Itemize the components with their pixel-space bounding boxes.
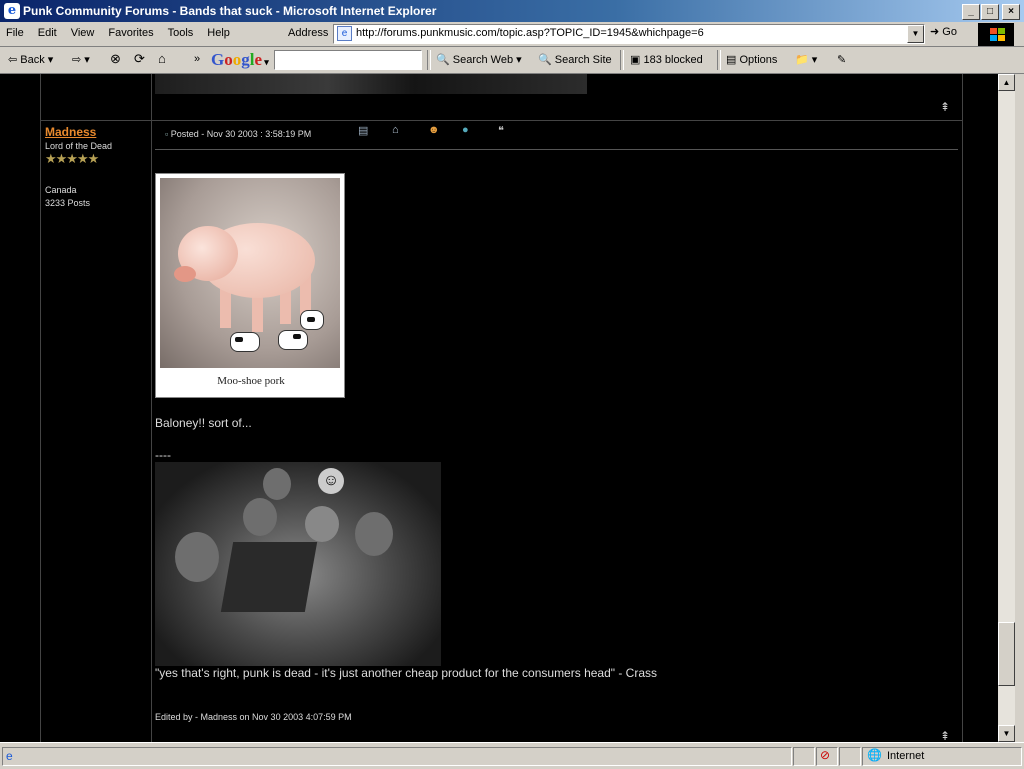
menu: File Edit View Favorites Tools Help xyxy=(0,22,238,46)
go-arrow-icon: ➜ xyxy=(930,26,940,38)
options-label: Options xyxy=(739,54,778,66)
aim-icon[interactable]: ☻ xyxy=(428,124,444,140)
home-icon[interactable]: ⌂ xyxy=(158,51,166,66)
address-label: Address xyxy=(288,27,329,39)
back-button[interactable]: ⇦ Back ▾ xyxy=(8,53,53,66)
go-button[interactable]: ➜ Go xyxy=(930,25,957,38)
edited-note: Edited by - Madness on Nov 30 2003 4:07:… xyxy=(155,712,352,722)
scroll-down-button[interactable]: ▼ xyxy=(998,725,1015,742)
google-search-input[interactable] xyxy=(274,50,422,70)
author-post-count: 3233 Posts xyxy=(45,198,91,208)
signature-quote: "yes that's right, punk is dead - it's j… xyxy=(155,666,658,680)
vertical-scrollbar[interactable]: ▲ ▼ xyxy=(998,74,1015,742)
signature-image: ☺ xyxy=(155,462,441,666)
toolbar: ⇦ Back ▾ ⇨ ▾ ⊗ ⟳ ⌂ » Google ▾ 🔍 Search W… xyxy=(0,47,1024,74)
stop-icon[interactable]: ⊗ xyxy=(110,51,121,67)
menu-tools[interactable]: Tools xyxy=(162,22,202,39)
post-body: Baloney!! sort of... xyxy=(155,416,252,430)
ie-logo-icon: e xyxy=(4,3,20,19)
post-divider xyxy=(40,120,963,121)
post-timestamp: ▫ Posted - Nov 30 2003 : 3:58:19 PM xyxy=(165,129,312,139)
post-icon: ▫ xyxy=(165,129,169,139)
globe-icon: 🌐 xyxy=(867,748,882,762)
previous-post-image xyxy=(155,74,587,94)
window-title: Punk Community Forums - Bands that suck … xyxy=(23,4,437,18)
toolbar-divider xyxy=(427,50,431,70)
address-url: http://forums.punkmusic.com/topic.asp?TO… xyxy=(356,27,704,39)
status-text-cell: e xyxy=(2,747,792,766)
window-frame xyxy=(1015,74,1024,742)
author-column xyxy=(40,74,152,742)
minimize-button[interactable]: _ xyxy=(962,4,980,20)
window-titlebar: e Punk Community Forums - Bands that suc… xyxy=(0,0,1024,22)
toolbar-divider xyxy=(717,50,721,70)
security-zone-cell: 🌐 Internet xyxy=(862,747,1022,766)
chevron-icon[interactable]: » xyxy=(194,53,200,65)
author-rank-stars-icon: ★★★★★ xyxy=(45,151,99,166)
popup-blocker-icon: ▣ xyxy=(630,54,641,66)
google-button[interactable]: Google ▾ xyxy=(211,50,269,70)
page-icon: e xyxy=(337,26,352,41)
pig-photo xyxy=(160,178,340,368)
search-site-button[interactable]: 🔍 Search Site xyxy=(538,53,612,66)
folder-icon[interactable]: 📁 ▾ xyxy=(795,53,817,66)
page-content: ⇞ Madness Lord of the Dead ★★★★★ Canada … xyxy=(0,74,998,742)
scroll-thumb[interactable] xyxy=(998,622,1015,686)
back-to-top-icon[interactable]: ⇞ xyxy=(940,729,954,742)
address-input[interactable]: e http://forums.punkmusic.com/topic.asp?… xyxy=(333,24,925,44)
popup-blocker-button[interactable]: ▣ 183 blocked xyxy=(630,53,703,66)
homepage-icon[interactable]: ⌂ xyxy=(392,124,408,140)
icq-icon[interactable]: ● xyxy=(462,124,478,140)
smiley-icon: ☺ xyxy=(318,468,344,494)
blocked-label: 183 blocked xyxy=(643,54,703,66)
quote-reply-icon[interactable]: ❝ xyxy=(498,124,514,140)
go-label: Go xyxy=(942,26,957,38)
options-icon: ▤ xyxy=(726,54,737,66)
signature-separator: ---- xyxy=(155,448,171,462)
status-cell xyxy=(793,747,815,766)
post-header-divider xyxy=(155,149,958,150)
search-site-label: Search Site xyxy=(554,54,612,66)
scroll-up-button[interactable]: ▲ xyxy=(998,74,1015,91)
highlight-icon[interactable]: ✎ xyxy=(837,53,846,66)
search-web-button[interactable]: 🔍 Search Web ▾ xyxy=(436,53,522,66)
status-bar: e ⊘ 🌐 Internet xyxy=(0,742,1024,769)
privacy-cell: ⊘ xyxy=(816,747,838,766)
maximize-button[interactable]: □ xyxy=(981,4,999,20)
options-button[interactable]: ▤ Options xyxy=(726,53,777,66)
close-button[interactable]: × xyxy=(1002,4,1020,20)
zone-label: Internet xyxy=(887,750,925,762)
windows-logo-icon xyxy=(978,23,1014,46)
image-caption: Moo-shoe pork xyxy=(217,375,285,387)
search-web-icon: 🔍 xyxy=(436,54,450,66)
menu-file[interactable]: File xyxy=(0,22,32,39)
author-location: Canada xyxy=(45,185,77,195)
back-to-top-icon[interactable]: ⇞ xyxy=(940,100,954,114)
menu-favorites[interactable]: Favorites xyxy=(102,22,161,39)
profile-icon[interactable]: ▤ xyxy=(358,124,374,140)
privacy-icon[interactable]: ⊘ xyxy=(820,748,830,762)
status-cell xyxy=(839,747,861,766)
post-image-pig: Moo-shoe pork xyxy=(155,173,345,398)
search-site-icon: 🔍 xyxy=(538,54,552,66)
author-name[interactable]: Madness xyxy=(45,125,96,139)
page-loaded-icon: e xyxy=(6,749,13,763)
refresh-icon[interactable]: ⟳ xyxy=(134,51,145,67)
back-label: Back xyxy=(20,54,45,66)
menu-edit[interactable]: Edit xyxy=(32,22,65,39)
address-dropdown-button[interactable]: ▼ xyxy=(907,25,924,43)
toolbar-divider xyxy=(620,50,624,70)
menu-help[interactable]: Help xyxy=(201,22,238,39)
menu-bar: File Edit View Favorites Tools Help Address e… xyxy=(0,22,1024,47)
author-title: Lord of the Dead xyxy=(45,141,113,151)
menu-view[interactable]: View xyxy=(65,22,103,39)
forward-button[interactable]: ⇨ ▾ xyxy=(72,53,90,66)
back-arrow-icon: ⇦ xyxy=(8,54,18,66)
forward-arrow-icon: ⇨ xyxy=(72,54,82,66)
window-controls: _ □ × xyxy=(961,4,1020,20)
search-web-label: Search Web xyxy=(452,54,514,66)
